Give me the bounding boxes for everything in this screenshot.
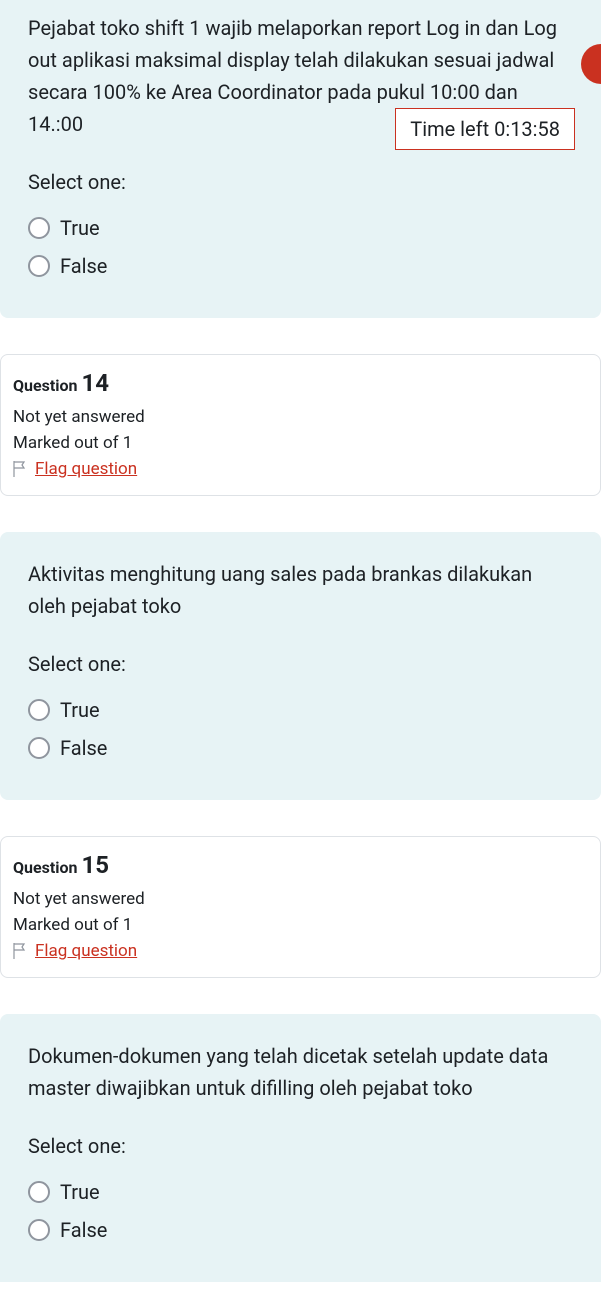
flag-icon: [13, 943, 27, 959]
question-14-text: Aktivitas menghitung uang sales pada bra…: [28, 558, 573, 622]
time-left-box: Time left 0:13:58: [395, 108, 575, 150]
select-one-label: Select one:: [28, 166, 573, 198]
question-13-content: Pejabat toko shift 1 wajib melaporkan re…: [0, 0, 601, 318]
question-15-marks: Marked out of 1: [13, 915, 588, 935]
option-label: True: [60, 694, 100, 726]
radio-icon: [28, 737, 50, 759]
radio-icon: [28, 255, 50, 277]
q13-option-true[interactable]: True: [28, 212, 573, 244]
question-14-status: Not yet answered: [13, 407, 588, 427]
radio-icon: [28, 1219, 50, 1241]
option-label: False: [60, 732, 107, 764]
question-15-info: Question 15 Not yet answered Marked out …: [0, 836, 601, 978]
flag-question-link[interactable]: Flag question: [35, 459, 137, 479]
option-label: True: [60, 1176, 100, 1208]
question-14-content: Aktivitas menghitung uang sales pada bra…: [0, 532, 601, 800]
option-label: False: [60, 1214, 107, 1246]
question-word: Question: [13, 376, 78, 395]
select-one-label: Select one:: [28, 1130, 573, 1162]
flag-question-link[interactable]: Flag question: [35, 941, 137, 961]
option-label: True: [60, 212, 100, 244]
flag-question-row[interactable]: Flag question: [13, 941, 588, 961]
q14-option-true[interactable]: True: [28, 694, 573, 726]
select-one-label: Select one:: [28, 648, 573, 680]
flag-question-row[interactable]: Flag question: [13, 459, 588, 479]
q15-option-false[interactable]: False: [28, 1214, 573, 1246]
time-left-text: Time left 0:13:58: [410, 117, 560, 141]
question-word: Question: [13, 858, 78, 877]
q14-option-false[interactable]: False: [28, 732, 573, 764]
radio-icon: [28, 217, 50, 239]
question-15-title: Question 15: [13, 851, 588, 879]
question-15-number: 15: [81, 851, 109, 879]
q15-option-true[interactable]: True: [28, 1176, 573, 1208]
question-14-marks: Marked out of 1: [13, 433, 588, 453]
radio-icon: [28, 699, 50, 721]
q13-option-false[interactable]: False: [28, 250, 573, 282]
flag-icon: [13, 461, 27, 477]
question-15-text: Dokumen-dokumen yang telah dicetak setel…: [28, 1040, 573, 1104]
option-label: False: [60, 250, 107, 282]
question-14-info: Question 14 Not yet answered Marked out …: [0, 354, 601, 496]
question-14-number: 14: [81, 369, 109, 397]
question-15-content: Dokumen-dokumen yang telah dicetak setel…: [0, 1014, 601, 1282]
question-14-title: Question 14: [13, 369, 588, 397]
radio-icon: [28, 1181, 50, 1203]
question-15-status: Not yet answered: [13, 889, 588, 909]
